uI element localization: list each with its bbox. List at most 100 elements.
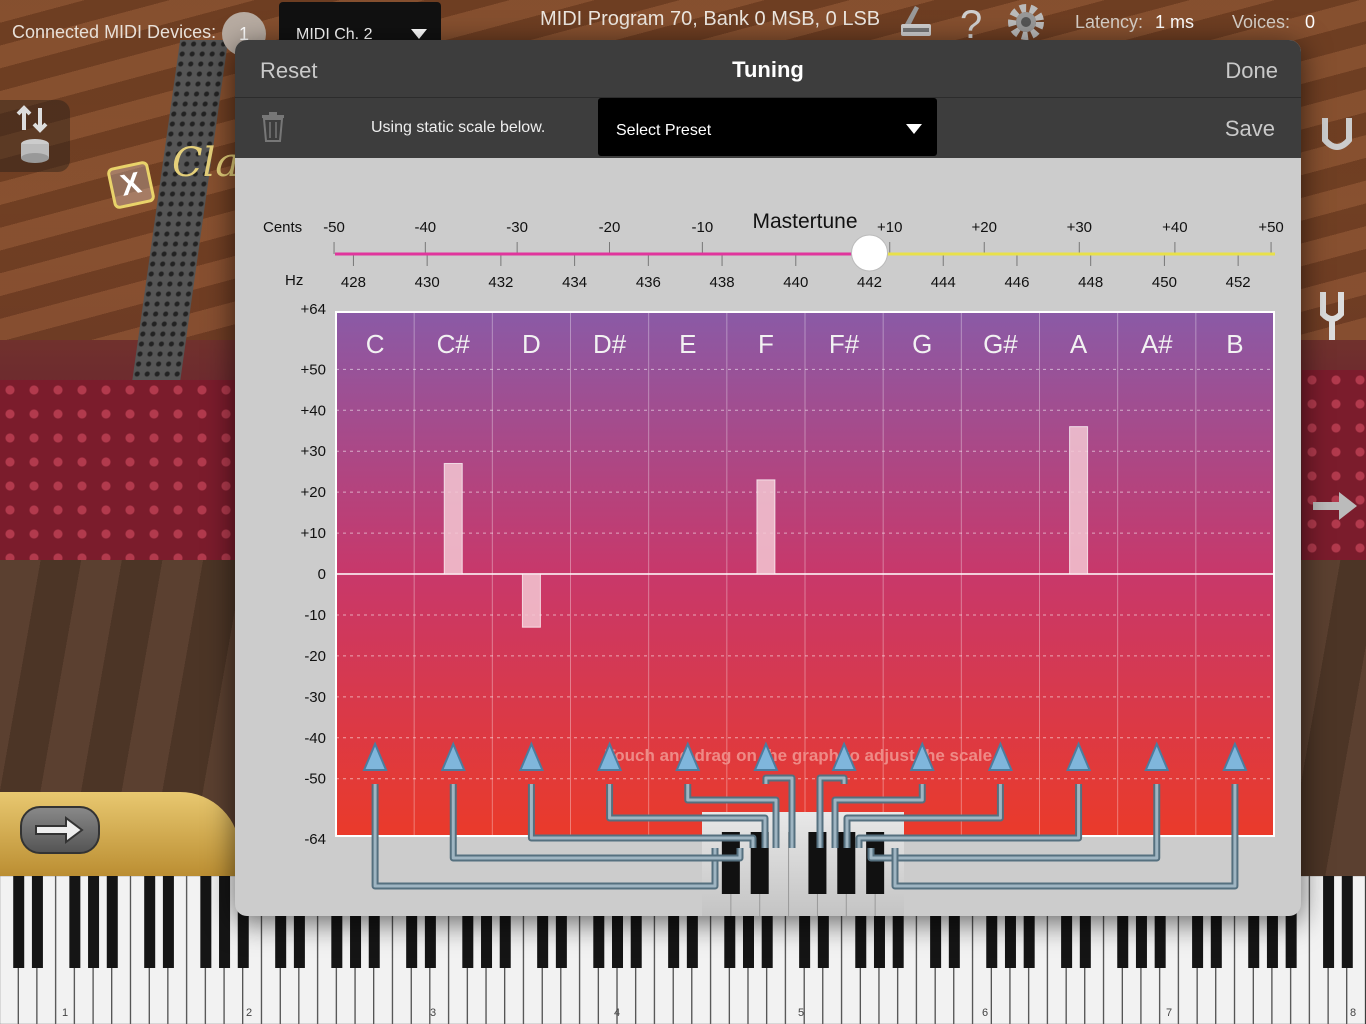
- preset-bar: Using static scale below. Select Preset …: [235, 98, 1301, 158]
- cents-tick-label: -40: [414, 219, 436, 236]
- hz-tick-label: 428: [341, 274, 366, 291]
- note-label: G#: [983, 329, 1018, 359]
- hz-tick-label: 448: [1078, 274, 1103, 291]
- metronome-icon[interactable]: [895, 2, 935, 42]
- black-key[interactable]: [31, 876, 43, 968]
- select-preset-dropdown[interactable]: Select Preset: [598, 98, 937, 156]
- octave-label: 2: [246, 1007, 252, 1019]
- done-button[interactable]: Done: [1225, 58, 1278, 84]
- latency-value: 1 ms: [1155, 12, 1195, 32]
- sort-arrows-icon: [16, 105, 49, 163]
- tuning-fork-icon-2[interactable]: [1305, 284, 1365, 344]
- cents-axis-label: Cents: [263, 219, 302, 236]
- black-key[interactable]: [1323, 876, 1335, 968]
- cents-tick-label: +10: [877, 219, 902, 236]
- note-label: C#: [437, 329, 471, 359]
- mastertune-slider-thumb[interactable]: [851, 234, 889, 272]
- hz-tick-label: 442: [857, 274, 882, 291]
- y-tick-label: +20: [301, 484, 326, 501]
- static-scale-text: Using static scale below.: [371, 119, 546, 136]
- hz-tick-label: 444: [931, 274, 956, 291]
- y-tick-label: +10: [301, 525, 326, 542]
- black-key[interactable]: [13, 876, 25, 968]
- y-tick-label: -40: [304, 730, 326, 747]
- voices-label: Voices:: [1232, 12, 1291, 32]
- trash-icon[interactable]: [261, 112, 285, 142]
- close-instrument-icon[interactable]: X: [106, 160, 156, 210]
- arrow-right-icon: [35, 816, 84, 844]
- black-key[interactable]: [162, 876, 174, 968]
- gear-icon[interactable]: [1006, 2, 1046, 42]
- tuning-panel: Reset Tuning Done Using static scale bel…: [235, 40, 1301, 916]
- y-tick-label: +30: [301, 443, 326, 460]
- padded-wall-left: [0, 380, 240, 580]
- help-icon[interactable]: ?: [950, 2, 990, 47]
- black-key[interactable]: [200, 876, 212, 968]
- offset-bar-d[interactable]: [521, 573, 541, 628]
- note-label: C: [366, 329, 385, 359]
- octave-label: 3: [430, 1007, 436, 1019]
- cents-tick-label: -20: [599, 219, 621, 236]
- y-tick-label: -64: [304, 831, 326, 848]
- hz-tick-label: 452: [1226, 274, 1251, 291]
- cents-tick-label: +30: [1067, 219, 1092, 236]
- black-key[interactable]: [106, 876, 118, 968]
- sort-layers-button[interactable]: [0, 100, 70, 172]
- latency-label: Latency:: [1075, 12, 1144, 32]
- offset-bar-c-sharp[interactable]: [443, 462, 463, 575]
- hz-tick-label: 436: [636, 274, 661, 291]
- connected-devices-label: Connected MIDI Devices:: [12, 22, 217, 42]
- offset-bar-a[interactable]: [1069, 426, 1089, 575]
- forward-arrow-icon[interactable]: [1305, 478, 1365, 538]
- tuning-fork-icon[interactable]: [1305, 100, 1365, 160]
- black-key[interactable]: [88, 876, 100, 968]
- chevron-down-icon: [411, 29, 427, 39]
- select-preset-label: Select Preset: [616, 122, 712, 139]
- black-key[interactable]: [144, 876, 156, 968]
- octave-label: 6: [982, 1007, 988, 1019]
- tuning-graphics[interactable]: Cents Hz Mastertune -50 -40 -30 -20 -10 +10 +2…: [235, 158, 1301, 916]
- offset-bar-f[interactable]: [756, 479, 776, 575]
- y-tick-label: -30: [304, 689, 326, 706]
- hz-tick-label: 446: [1004, 274, 1029, 291]
- keyboard-inset: [702, 812, 904, 916]
- graph-hint-text: Touch and drag on the graph to adjust th…: [605, 746, 997, 765]
- panel-title: Tuning: [732, 57, 804, 82]
- octave-label: 8: [1350, 1007, 1356, 1019]
- note-label: A: [1070, 329, 1088, 359]
- note-label: D: [522, 329, 541, 359]
- black-key[interactable]: [1341, 876, 1353, 968]
- y-tick-label: +50: [301, 361, 326, 378]
- cents-tick-label: -10: [692, 219, 714, 236]
- hz-tick-label: 450: [1152, 274, 1177, 291]
- next-arrow-button[interactable]: [20, 806, 100, 854]
- cents-tick-label: -50: [323, 219, 345, 236]
- black-key[interactable]: [69, 876, 81, 968]
- note-label: G: [912, 329, 932, 359]
- cents-tick-label: +40: [1162, 219, 1187, 236]
- svg-text:?: ?: [960, 3, 982, 42]
- note-label: F: [758, 329, 774, 359]
- note-label: A#: [1141, 329, 1173, 359]
- scale-y-axis: +64 +50 +40 +30 +20 +10 0 -10 -20 -30 -40 -50 -64: [301, 301, 326, 848]
- y-tick-label: +40: [301, 402, 326, 419]
- y-tick-label: -10: [304, 607, 326, 624]
- y-tick-label: +64: [301, 301, 326, 318]
- cents-tick-label: -30: [506, 219, 528, 236]
- hz-tick-label: 434: [562, 274, 587, 291]
- tuning-nav-bar: Reset Tuning Done: [235, 40, 1301, 98]
- y-tick-label: 0: [318, 566, 326, 583]
- hz-tick-label: 432: [488, 274, 513, 291]
- black-key[interactable]: [219, 876, 231, 968]
- cents-tick-label: +20: [972, 219, 997, 236]
- save-button[interactable]: Save: [1225, 116, 1275, 142]
- chevron-down-icon: [906, 124, 922, 134]
- octave-label: 4: [614, 1007, 620, 1019]
- octave-label: 5: [798, 1007, 804, 1019]
- voices-value: 0: [1305, 12, 1316, 32]
- hz-tick-label: 440: [783, 274, 808, 291]
- cents-tick-label: +50: [1258, 219, 1283, 236]
- tuning-editor: Cents Hz Mastertune -50 -40 -30 -20 -10 +10 +2…: [235, 158, 1301, 916]
- hz-axis-label: Hz: [285, 272, 303, 289]
- note-label: D#: [593, 329, 627, 359]
